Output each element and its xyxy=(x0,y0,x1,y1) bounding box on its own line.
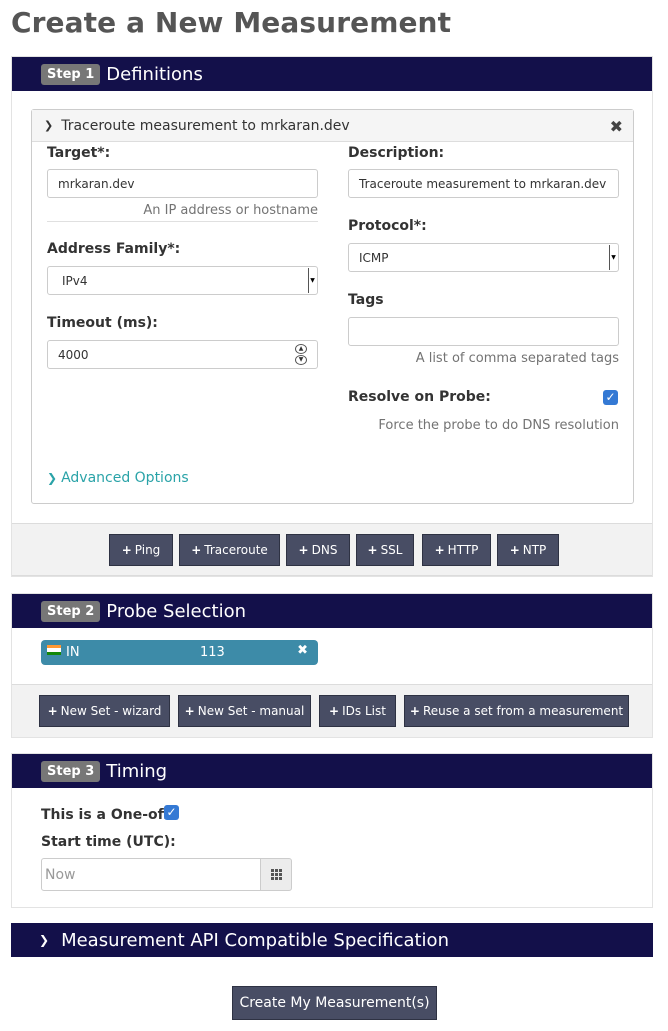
step2-header: Step 2 Probe Selection xyxy=(12,594,652,628)
select-arrow-icon: ▼ xyxy=(308,268,316,293)
chevron-right-icon: ❯ xyxy=(39,933,50,947)
timeout-input[interactable]: 4000 ▲ ▼ xyxy=(47,340,318,369)
timeout-value: 4000 xyxy=(58,347,89,362)
probe-set-chip[interactable]: IN 113 ✖ xyxy=(41,640,318,665)
step3-section: Step 3 Timing This is a One-off: ✓ Start… xyxy=(11,753,653,908)
plus-icon: + xyxy=(121,543,132,557)
api-spec-section: ❯ Measurement API Compatible Specificati… xyxy=(11,923,653,957)
ids-list-button[interactable]: + IDs List xyxy=(319,695,396,727)
target-input[interactable]: mrkaran.dev xyxy=(47,169,318,198)
plus-icon: + xyxy=(329,704,340,718)
plus-icon: + xyxy=(184,704,195,718)
protocol-label: Protocol*: xyxy=(348,218,427,234)
oneoff-label: This is a One-off: xyxy=(41,807,175,823)
address-family-label: Address Family*: xyxy=(47,241,181,257)
panel-title: Traceroute measurement to mrkaran.dev xyxy=(61,117,350,134)
oneoff-checkbox[interactable]: ✓ xyxy=(164,805,179,820)
advanced-options-label: Advanced Options xyxy=(61,470,189,486)
number-spinner[interactable]: ▲ ▼ xyxy=(295,344,307,365)
resolve-checkbox[interactable]: ✓ xyxy=(603,390,618,405)
page-title: Create a New Measurement xyxy=(11,6,452,39)
new-set-wizard-button[interactable]: + New Set - wizard xyxy=(39,695,170,727)
api-spec-title: Measurement API Compatible Specification xyxy=(61,929,449,951)
chevron-down-icon[interactable]: ❯ xyxy=(44,119,53,132)
step1-badge: Step 1 xyxy=(41,63,101,85)
spinner-down-icon[interactable]: ▼ xyxy=(295,355,307,365)
traceroute-panel: ❯ Traceroute measurement to mrkaran.dev … xyxy=(31,109,634,504)
protocol-value: ICMP xyxy=(359,250,389,265)
resolve-help: Force the probe to do DNS resolution xyxy=(378,418,619,433)
create-measurement-label: Create My Measurement(s) xyxy=(239,995,430,1011)
plus-icon: + xyxy=(409,704,420,718)
add-ssl-button[interactable]: + SSL xyxy=(356,534,414,566)
add-ntp-label: NTP xyxy=(522,543,547,557)
tags-input[interactable] xyxy=(348,317,619,346)
close-icon[interactable]: ✖ xyxy=(297,643,308,658)
chevron-right-icon: ❯ xyxy=(47,471,58,485)
step1-section: Step 1 Definitions ❯ Traceroute measurem… xyxy=(11,56,653,577)
add-ping-label: Ping xyxy=(134,543,161,557)
address-family-value: IPv4 xyxy=(62,273,88,288)
description-label: Description: xyxy=(348,145,445,161)
calendar-grid-icon xyxy=(270,869,282,880)
timeout-label: Timeout (ms): xyxy=(47,315,158,331)
step2-badge: Step 2 xyxy=(41,600,101,622)
add-dns-button[interactable]: + DNS xyxy=(286,534,350,566)
description-input[interactable]: Traceroute measurement to mrkaran.dev xyxy=(348,169,619,198)
start-time-input[interactable]: Now xyxy=(41,858,261,891)
tags-label: Tags xyxy=(348,292,384,308)
plus-icon: + xyxy=(47,704,58,718)
add-ssl-label: SSL xyxy=(380,543,403,557)
tags-help: A list of comma separated tags xyxy=(415,351,619,366)
calendar-button[interactable] xyxy=(261,858,292,891)
plus-icon: + xyxy=(298,543,309,557)
description-value: Traceroute measurement to mrkaran.dev xyxy=(359,176,607,191)
start-time-label: Start time (UTC): xyxy=(41,834,176,850)
close-icon[interactable]: ✖ xyxy=(610,117,623,136)
target-label: Target*: xyxy=(47,145,111,161)
panel-header[interactable]: ❯ Traceroute measurement to mrkaran.dev xyxy=(32,110,633,142)
target-divider xyxy=(47,221,318,222)
add-ping-button[interactable]: + Ping xyxy=(109,534,173,566)
step3-badge: Step 3 xyxy=(41,760,101,782)
add-http-button[interactable]: + HTTP xyxy=(422,534,491,566)
probe-country: IN xyxy=(66,645,80,660)
probe-set-bar: + New Set - wizard + New Set - manual + IDs… xyxy=(12,684,652,737)
probe-count: 113 xyxy=(200,645,225,660)
flag-india-icon xyxy=(47,645,61,655)
add-measurement-bar: + Ping + Traceroute + DNS + SSL + HTTP + NTP xyxy=(12,523,652,576)
plus-icon: + xyxy=(434,543,445,557)
add-traceroute-button[interactable]: + Traceroute xyxy=(179,534,280,566)
add-traceroute-label: Traceroute xyxy=(204,543,268,557)
plus-icon: + xyxy=(191,543,202,557)
step2-section: Step 2 Probe Selection IN 113 ✖ + New Set… xyxy=(11,593,653,738)
step2-title: Probe Selection xyxy=(106,600,247,622)
new-set-manual-button[interactable]: + New Set - manual xyxy=(178,695,311,727)
add-ntp-button[interactable]: + NTP xyxy=(497,534,559,566)
create-measurement-button[interactable]: Create My Measurement(s) xyxy=(232,986,437,1020)
step1-title: Definitions xyxy=(106,63,203,85)
ids-list-label: IDs List xyxy=(342,704,386,718)
advanced-options-link[interactable]: ❯ Advanced Options xyxy=(47,470,189,486)
new-set-wizard-label: New Set - wizard xyxy=(60,704,162,718)
add-http-label: HTTP xyxy=(447,543,479,557)
step3-title: Timing xyxy=(106,760,168,782)
start-time-placeholder: Now xyxy=(45,866,76,883)
step3-header: Step 3 Timing xyxy=(12,754,652,788)
resolve-label: Resolve on Probe: xyxy=(348,389,491,405)
api-spec-header[interactable]: ❯ Measurement API Compatible Specificati… xyxy=(11,923,653,957)
add-dns-label: DNS xyxy=(311,543,338,557)
reuse-set-label: Reuse a set from a measurement xyxy=(422,704,624,718)
new-set-manual-label: New Set - manual xyxy=(197,704,305,718)
select-arrow-icon: ▼ xyxy=(609,245,617,270)
plus-icon: + xyxy=(367,543,378,557)
spinner-up-icon[interactable]: ▲ xyxy=(295,344,307,354)
reuse-set-button[interactable]: + Reuse a set from a measurement xyxy=(404,695,629,727)
plus-icon: + xyxy=(509,543,520,557)
address-family-select[interactable]: IPv4 ▼ xyxy=(47,266,318,295)
protocol-select[interactable]: ICMP ▼ xyxy=(348,243,619,272)
target-help: An IP address or hostname xyxy=(143,203,318,218)
step1-header: Step 1 Definitions xyxy=(12,57,652,91)
target-value: mrkaran.dev xyxy=(58,176,135,191)
